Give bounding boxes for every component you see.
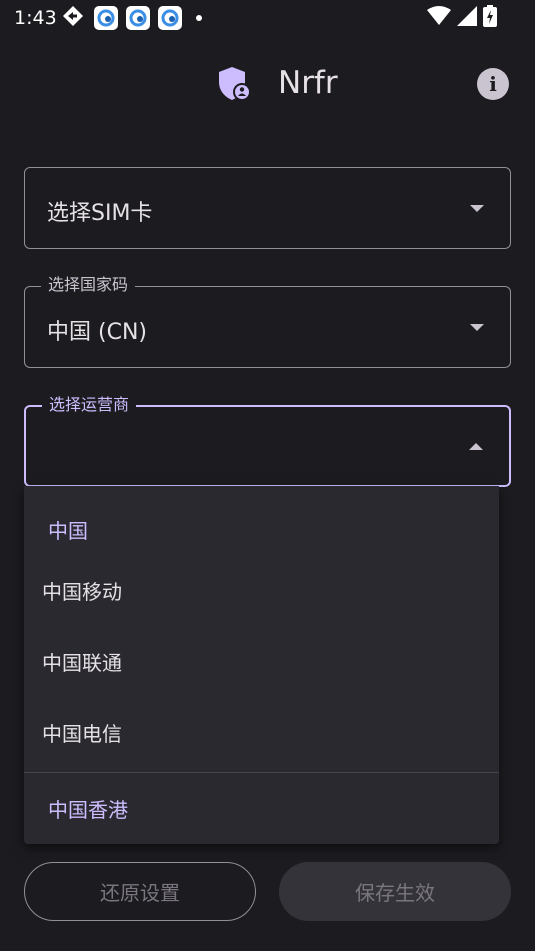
carrier-label: 选择运营商: [42, 395, 137, 415]
signal-icon: [457, 6, 477, 30]
menu-group-header: 中国: [48, 519, 88, 543]
notification-icons: [60, 6, 202, 30]
menu-divider: [24, 772, 499, 773]
menu-item[interactable]: 中国电信: [24, 696, 499, 766]
system-icons: [427, 5, 497, 31]
country-code-label: 选择国家码: [41, 275, 136, 295]
status-time: 1:43: [14, 7, 57, 29]
battery-charging-icon: [483, 5, 497, 31]
reset-settings-button[interactable]: 还原设置: [24, 862, 256, 921]
sim-select[interactable]: 选择SIM卡: [24, 167, 511, 249]
menu-item[interactable]: 中国联通: [24, 625, 499, 695]
dropdown-arrow-icon: [470, 205, 484, 212]
app-title: Nrfr: [278, 65, 338, 101]
app-notification-icon: [94, 6, 118, 30]
country-code-select[interactable]: 选择国家码 中国 (CN): [24, 275, 511, 368]
nav-diamond-icon: [60, 4, 86, 32]
sim-select-placeholder: 选择SIM卡: [47, 201, 153, 226]
app-bar: Nrfr i: [0, 52, 535, 116]
info-icon: i: [489, 72, 497, 96]
app-notification-icon: [158, 6, 182, 30]
dropdown-arrow-up-icon: [469, 443, 483, 450]
carrier-dropdown-menu: 中国 中国移动 中国联通 中国电信 中国香港: [24, 486, 499, 844]
save-apply-button[interactable]: 保存生效: [279, 862, 511, 921]
info-button[interactable]: i: [477, 68, 509, 100]
country-code-value: 中国 (CN): [47, 320, 147, 345]
menu-item-label: 中国联通: [42, 651, 122, 675]
wifi-icon: [427, 6, 451, 30]
menu-item-label: 中国移动: [42, 580, 122, 604]
status-bar: 1:43: [0, 0, 535, 36]
carrier-select[interactable]: 选择运营商: [24, 395, 511, 487]
dot-icon: [196, 15, 202, 21]
shield-person-icon: [218, 66, 252, 102]
menu-group-header: 中国香港: [48, 798, 128, 822]
menu-item[interactable]: 中国移动: [24, 554, 499, 624]
dropdown-arrow-icon: [470, 324, 484, 331]
menu-item-label: 中国电信: [42, 722, 122, 746]
app-notification-icon: [126, 6, 150, 30]
